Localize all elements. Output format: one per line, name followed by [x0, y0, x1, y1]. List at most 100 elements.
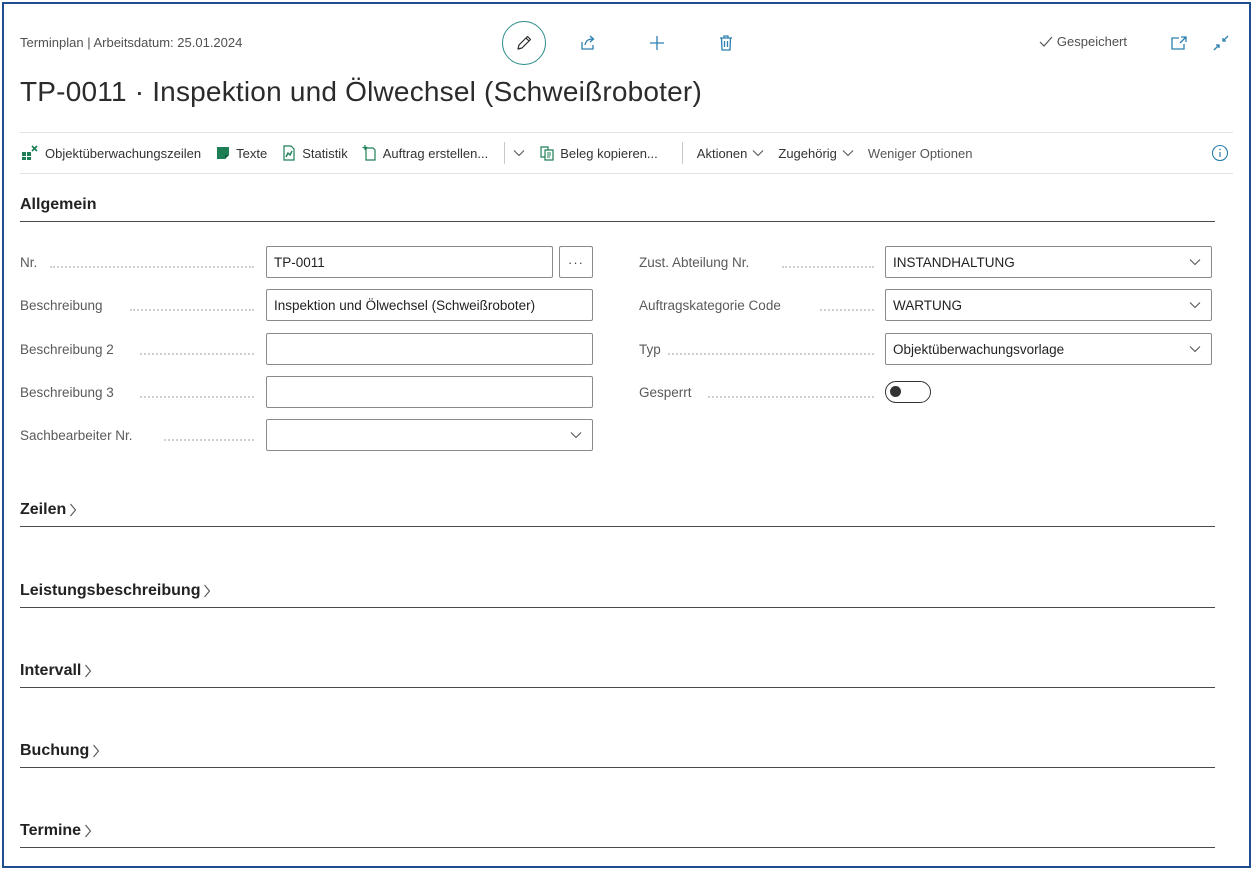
- section-zeilen-title: Zeilen: [20, 501, 67, 518]
- auftragskategorie-value: WARTUNG: [893, 297, 962, 313]
- section-leistungsbeschreibung-title: Leistungsbeschreibung: [20, 582, 201, 599]
- chevron-right-icon: [85, 664, 92, 678]
- section-zeilen[interactable]: Zeilen: [20, 501, 1215, 527]
- info-icon: [1211, 144, 1229, 162]
- copy-document-icon: [540, 146, 554, 161]
- leader-dots: [708, 396, 874, 398]
- chevron-down-icon: [570, 432, 582, 439]
- aktionen-label: Aktionen: [696, 145, 748, 161]
- statistik-action[interactable]: Statistik: [281, 145, 348, 161]
- beschreibung-2-label: Beschreibung 2: [20, 341, 114, 357]
- zugehoerig-menu[interactable]: Zugehörig: [778, 146, 854, 161]
- page-frame: Terminplan | Arbeitsdatum: 25.01.2024 Ge…: [2, 2, 1251, 868]
- statistics-icon: [283, 145, 295, 161]
- objektueberwachungszeilen-action[interactable]: Objektüberwachungszeilen: [20, 145, 201, 161]
- texte-action[interactable]: Texte: [215, 145, 267, 161]
- chevron-right-icon: [93, 744, 100, 758]
- beschreibung-3-input[interactable]: [266, 376, 593, 408]
- typ-value: Objektüberwachungsvorlage: [893, 341, 1065, 357]
- section-termine[interactable]: Termine: [20, 822, 1215, 848]
- share-icon: [581, 35, 595, 50]
- info-button[interactable]: [1211, 144, 1229, 165]
- section-intervall[interactable]: Intervall: [20, 662, 1215, 688]
- chevron-down-icon: [1189, 302, 1201, 309]
- beleg-kopieren-action[interactable]: Beleg kopieren...: [539, 145, 658, 161]
- breadcrumb: Terminplan | Arbeitsdatum: 25.01.2024: [20, 35, 243, 50]
- field-abteilung: Zust. Abteilung Nr.: [639, 246, 749, 278]
- pencil-icon: [517, 35, 532, 50]
- chevron-down-icon: [842, 150, 854, 157]
- statistik-label: Statistik: [302, 145, 348, 161]
- divider: [681, 142, 683, 164]
- abteilung-value: INSTANDHALTUNG: [893, 254, 1015, 270]
- section-allgemein-title: Allgemein: [20, 196, 97, 213]
- beschreibung-value: Inspektion und Ölwechsel (Schweißroboter…: [274, 297, 536, 313]
- beschreibung-label: Beschreibung: [20, 297, 103, 313]
- chevron-down-icon: [752, 150, 764, 157]
- ellipsis-icon: ···: [568, 254, 584, 270]
- beschreibung-input[interactable]: Inspektion und Ölwechsel (Schweißroboter…: [266, 289, 593, 321]
- leader-dots: [164, 439, 254, 441]
- collapse-icon: [1213, 35, 1229, 51]
- top-bar: Terminplan | Arbeitsdatum: 25.01.2024 Ge…: [20, 20, 1233, 70]
- saved-status: Gespeichert: [1039, 34, 1127, 49]
- nr-input[interactable]: TP-0011: [266, 246, 553, 278]
- auftragskategorie-label: Auftragskategorie Code: [639, 297, 781, 313]
- field-beschreibung: Beschreibung: [20, 289, 103, 321]
- field-auftragskategorie: Auftragskategorie Code: [639, 289, 781, 321]
- share-button[interactable]: [576, 31, 600, 55]
- abteilung-select[interactable]: INSTANDHALTUNG: [885, 246, 1212, 278]
- field-beschreibung-2: Beschreibung 2: [20, 333, 114, 365]
- monitoring-lines-icon: [22, 145, 38, 160]
- open-new-window-button[interactable]: [1167, 31, 1191, 55]
- page-title: TP-0011 · Inspektion und Ölwechsel (Schw…: [20, 76, 702, 107]
- nr-assist-button[interactable]: ···: [559, 246, 593, 278]
- action-bar: Objektüberwachungszeilen Texte Statistik…: [20, 132, 1233, 174]
- section-buchung[interactable]: Buchung: [20, 742, 1215, 768]
- open-new-window-icon: [1171, 36, 1187, 50]
- field-nr: Nr.: [20, 246, 37, 278]
- section-intervall-title: Intervall: [20, 662, 82, 679]
- collapse-button[interactable]: [1209, 31, 1233, 55]
- aktionen-menu[interactable]: Aktionen: [697, 146, 765, 161]
- gesperrt-label: Gesperrt: [639, 384, 692, 400]
- typ-select[interactable]: Objektüberwachungsvorlage: [885, 333, 1212, 365]
- leader-dots: [140, 353, 254, 355]
- text-note-icon: [217, 147, 230, 159]
- auftrag-erstellen-action[interactable]: Auftrag erstellen...: [362, 145, 488, 161]
- leader-dots: [782, 266, 874, 268]
- leader-dots: [668, 353, 874, 355]
- zugehoerig-label: Zugehörig: [778, 145, 837, 161]
- weniger-optionen-button[interactable]: Weniger Optionen: [868, 146, 973, 161]
- more-create-dropdown[interactable]: [513, 149, 525, 157]
- chevron-right-icon: [70, 503, 77, 517]
- chevron-right-icon: [85, 824, 92, 838]
- gesperrt-toggle[interactable]: [885, 381, 931, 403]
- beschreibung-2-input[interactable]: [266, 333, 593, 365]
- page-actions: [502, 20, 783, 66]
- section-buchung-title: Buchung: [20, 742, 90, 759]
- nr-value: TP-0011: [274, 254, 325, 270]
- saved-status-label: Gespeichert: [1056, 34, 1127, 49]
- delete-button[interactable]: [714, 31, 738, 55]
- section-allgemein[interactable]: Allgemein: [20, 196, 1215, 222]
- chevron-down-icon: [1189, 259, 1201, 266]
- checkmark-icon: [1039, 36, 1053, 47]
- sachbearbeiter-select[interactable]: [266, 419, 593, 451]
- auftragskategorie-select[interactable]: WARTUNG: [885, 289, 1212, 321]
- objektueberwachungszeilen-label: Objektüberwachungszeilen: [45, 145, 202, 161]
- typ-label: Typ: [639, 341, 661, 357]
- edit-button[interactable]: [502, 21, 546, 65]
- sachbearbeiter-label: Sachbearbeiter Nr.: [20, 427, 133, 443]
- field-gesperrt: Gesperrt: [639, 376, 692, 408]
- new-button[interactable]: [645, 31, 669, 55]
- section-termine-title: Termine: [20, 822, 82, 839]
- toggle-knob: [890, 386, 901, 397]
- chevron-right-icon: [204, 584, 211, 598]
- leader-dots: [820, 309, 874, 311]
- field-sachbearbeiter: Sachbearbeiter Nr.: [20, 419, 133, 451]
- leader-dots: [130, 309, 254, 311]
- texte-label: Texte: [236, 145, 268, 161]
- field-typ: Typ: [639, 333, 661, 365]
- section-leistungsbeschreibung[interactable]: Leistungsbeschreibung: [20, 582, 1215, 608]
